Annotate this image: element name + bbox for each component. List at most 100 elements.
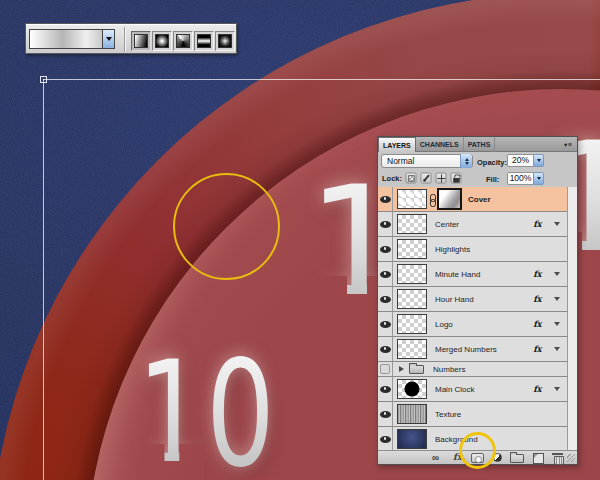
layer-thumbnail[interactable] (397, 404, 427, 424)
visibility-cell[interactable] (378, 312, 393, 336)
eye-icon (380, 246, 391, 253)
opacity-value[interactable]: 20% (507, 154, 534, 167)
layers-list: CoverCenterfxHighlightsMinute HandfxHour… (378, 187, 567, 452)
tab-channels[interactable]: CHANNELS (416, 137, 464, 152)
gradient-preview[interactable] (29, 29, 103, 49)
fx-badge-icon[interactable]: fx (533, 384, 541, 394)
visibility-cell[interactable] (378, 212, 393, 236)
annotation-circle-mask-button (459, 432, 496, 469)
lock-position-button[interactable] (435, 172, 446, 183)
selection-corner-handle[interactable] (40, 76, 47, 83)
visibility-cell[interactable] (378, 402, 393, 426)
tab-layers[interactable]: LAYERS (378, 137, 416, 152)
layer-thumbnail[interactable] (397, 314, 427, 334)
tab-paths[interactable]: PATHS (464, 137, 496, 152)
expand-triangle-icon[interactable] (399, 366, 404, 372)
link-layers-icon[interactable]: ∞ (432, 451, 439, 464)
layer-name: Minute Hand (435, 270, 480, 279)
new-group-icon[interactable] (510, 454, 524, 463)
fx-badge-icon[interactable]: fx (533, 269, 541, 279)
visibility-cell[interactable] (378, 362, 393, 376)
gradient-type-buttons (131, 31, 236, 51)
eye-icon (380, 271, 391, 278)
lock-transparency-icon (408, 175, 414, 181)
fx-badge-icon[interactable]: fx (533, 319, 541, 329)
fx-badge-icon[interactable]: fx (533, 344, 541, 354)
layer-name: Cover (468, 195, 491, 204)
fx-collapse-arrow-icon[interactable] (554, 387, 560, 391)
reflected-gradient-button[interactable] (194, 31, 214, 51)
layer-row-hour-hand[interactable]: Hour Handfx (378, 287, 567, 312)
layer-thumbnail[interactable] (397, 239, 427, 259)
visibility-cell[interactable] (378, 262, 393, 286)
visibility-cell[interactable] (378, 187, 393, 211)
visibility-cell[interactable] (378, 427, 393, 451)
layer-name: Numbers (433, 365, 465, 374)
fx-collapse-arrow-icon[interactable] (554, 297, 560, 301)
lock-image-button[interactable] (420, 172, 431, 183)
blend-mode-stepper[interactable] (460, 154, 472, 168)
lock-transparency-button[interactable] (405, 172, 416, 183)
layer-row-cover[interactable]: Cover (378, 187, 567, 212)
layer-row-minute-hand[interactable]: Minute Hand fx (378, 262, 567, 287)
fx-badge-icon[interactable]: fx (533, 294, 541, 304)
layer-thumbnail[interactable] (397, 379, 427, 399)
layer-thumbnail[interactable] (397, 264, 427, 284)
layer-row-main-clock[interactable]: Main Clockfx (378, 377, 567, 402)
opacity-dropdown-arrow[interactable] (534, 154, 544, 167)
selection-top-edge[interactable] (43, 79, 600, 80)
layer-name: Center (435, 220, 459, 229)
gradient-picker-dropdown[interactable] (103, 29, 115, 49)
resize-grip-icon[interactable] (567, 454, 575, 462)
diamond-gradient-button[interactable] (215, 31, 235, 51)
visibility-cell[interactable] (378, 337, 393, 361)
new-layer-icon[interactable] (533, 453, 544, 464)
panel-menu-icon[interactable]: ▾≡ (564, 141, 573, 149)
visibility-cell[interactable] (378, 237, 393, 261)
mask-link-icon (429, 194, 435, 205)
group-folder-icon (409, 365, 424, 374)
fx-collapse-arrow-icon[interactable] (554, 322, 560, 326)
fx-badge-icon[interactable]: fx (533, 219, 541, 229)
opacity-label: Opacity: (477, 158, 507, 167)
layer-row-center[interactable]: Center fx (378, 212, 567, 237)
fx-collapse-arrow-icon[interactable] (554, 347, 560, 351)
layer-thumbnail[interactable] (397, 189, 427, 209)
eye-icon (380, 346, 391, 353)
reflected-gradient-icon (197, 34, 211, 48)
fx-collapse-arrow-icon[interactable] (554, 222, 560, 226)
selection-left-edge[interactable] (43, 79, 44, 480)
eye-icon (380, 386, 391, 393)
layer-row-numbers[interactable]: Numbers (378, 362, 567, 377)
radial-gradient-button[interactable] (152, 31, 172, 51)
blend-mode-select[interactable]: Normal (381, 154, 473, 168)
fx-collapse-arrow-icon[interactable] (554, 272, 560, 276)
visibility-cell[interactable] (378, 377, 393, 401)
layer-row-texture[interactable]: Texture (378, 402, 567, 427)
layers-scrollbar[interactable] (567, 187, 577, 451)
layer-mask-thumbnail[interactable] (437, 188, 462, 210)
layer-thumbnail[interactable] (397, 339, 427, 359)
layer-name: Merged Numbers (435, 345, 497, 354)
dropdown-arrow-icon (106, 37, 112, 41)
fill-dropdown-arrow[interactable] (534, 172, 544, 185)
delete-layer-icon[interactable] (553, 453, 562, 463)
layer-row-logo[interactable]: Logofx (378, 312, 567, 337)
lock-icon (453, 178, 459, 183)
layer-name: Highlights (435, 245, 470, 254)
layer-thumbnail[interactable] (397, 429, 427, 449)
eye-icon (380, 321, 391, 328)
linear-gradient-button[interactable] (131, 31, 151, 51)
fill-value[interactable]: 100% (507, 172, 534, 185)
lock-all-button[interactable] (450, 172, 461, 183)
visibility-cell[interactable] (378, 287, 393, 311)
layer-thumbnail[interactable] (397, 289, 427, 309)
lock-label: Lock: (382, 174, 402, 183)
panel-tabs: LAYERSCHANNELSPATHS (378, 137, 577, 152)
layer-row-highlights[interactable]: Highlights (378, 237, 567, 262)
layer-row-merged-numbers[interactable]: Merged Numbers fx (378, 337, 567, 362)
layer-name: Texture (435, 410, 461, 419)
layer-thumbnail[interactable] (397, 214, 427, 234)
blend-options-row: Normal Opacity: 20% (378, 153, 577, 170)
angle-gradient-button[interactable] (173, 31, 193, 51)
